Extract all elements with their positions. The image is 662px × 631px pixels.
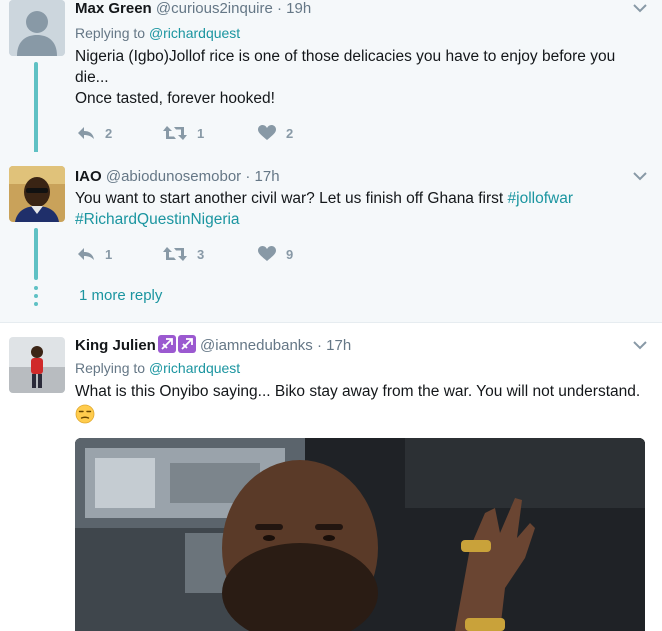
retweet-button[interactable]: 1 [163, 125, 204, 141]
thread-line [34, 62, 38, 154]
heart-icon [258, 246, 276, 261]
replying-prefix: Replying to [75, 25, 146, 41]
timestamp[interactable]: 17h [255, 168, 280, 185]
avatar[interactable] [9, 337, 65, 393]
separator: · [245, 168, 251, 185]
replying-to: Replying to @richardquest [75, 360, 240, 376]
retweet-icon [163, 247, 187, 261]
retweet-count: 1 [197, 125, 205, 141]
tweet-header: IAO @abiodunosemobor · 17h [75, 168, 280, 185]
display-name[interactable]: King Julien [75, 337, 156, 354]
tweet-text-line: die... [75, 69, 109, 86]
tweet-media-photo[interactable] [75, 438, 645, 631]
avatar[interactable] [9, 166, 65, 222]
username[interactable]: @abiodunosemobor [106, 168, 241, 185]
photo-image [75, 438, 645, 631]
like-count: 9 [286, 246, 294, 262]
profile-photo [9, 166, 65, 222]
tweet-text: Nigeria (Igbo)Jollof rice is one of thos… [75, 46, 655, 109]
tweet-text-body: You want to start another civil war? Let… [75, 190, 508, 207]
chevron-down-icon[interactable] [632, 337, 648, 353]
tweet-text: You want to start another civil war? Let… [75, 188, 655, 230]
like-button[interactable]: 9 [258, 246, 293, 262]
tweet-max-green[interactable]: Max Green @curious2inquire · 19h Replyin… [0, 0, 662, 154]
timestamp[interactable]: 17h [326, 337, 351, 354]
tweet-king-julien[interactable]: King Julien @iamnedubanks · 17h Replying… [0, 323, 662, 631]
sagittarius-icon [177, 335, 196, 353]
replying-mention[interactable]: @richardquest [149, 360, 240, 376]
tweet-text: What is this Onyibo saying... Biko stay … [75, 383, 641, 400]
tweet-text-line: Once tasted, forever hooked! [75, 90, 275, 107]
sagittarius-icon [157, 335, 176, 353]
reply-count: 1 [105, 246, 113, 262]
unamused-face-emoji [75, 404, 95, 424]
reply-icon [78, 248, 94, 260]
default-avatar[interactable] [9, 0, 65, 56]
thread-dots [34, 286, 38, 310]
retweet-button[interactable]: 3 [163, 246, 204, 262]
display-name[interactable]: Max Green [75, 0, 152, 17]
tweet-text-line: Nigeria (Igbo)Jollof rice is one of thos… [75, 48, 616, 65]
replying-prefix: Replying to [75, 360, 146, 376]
profile-photo [9, 337, 65, 393]
replying-mention[interactable]: @richardquest [149, 25, 240, 41]
reply-button[interactable]: 2 [77, 125, 112, 141]
retweet-count: 3 [197, 246, 205, 262]
chevron-down-icon[interactable] [632, 168, 648, 184]
tweet-header: Max Green @curious2inquire · 19h [75, 0, 311, 17]
reply-icon [78, 127, 94, 139]
replying-to: Replying to @richardquest [75, 25, 240, 41]
separator: · [277, 0, 282, 17]
hashtag-link[interactable]: #jollofwar [508, 190, 573, 207]
thread-line [34, 228, 38, 280]
retweet-icon [163, 126, 187, 140]
default-avatar-icon [9, 0, 65, 56]
tweet-header: King Julien @iamnedubanks · 17h [75, 335, 351, 354]
more-replies-link[interactable]: 1 more reply [79, 287, 162, 304]
reply-count: 2 [105, 125, 113, 141]
reply-button[interactable]: 1 [77, 246, 112, 262]
heart-icon [258, 125, 276, 140]
username[interactable]: @curious2inquire [156, 0, 273, 17]
display-name[interactable]: IAO [75, 168, 102, 185]
separator: · [316, 337, 322, 354]
hashtag-link[interactable]: #RichardQuestinNigeria [75, 211, 240, 228]
like-button[interactable]: 2 [258, 125, 293, 141]
username[interactable]: @iamnedubanks [200, 337, 313, 354]
tweet-iao[interactable]: IAO @abiodunosemobor · 17h You want to s… [0, 152, 662, 322]
chevron-down-icon[interactable] [632, 0, 648, 16]
timestamp[interactable]: 19h [286, 0, 311, 17]
like-count: 2 [286, 125, 294, 141]
